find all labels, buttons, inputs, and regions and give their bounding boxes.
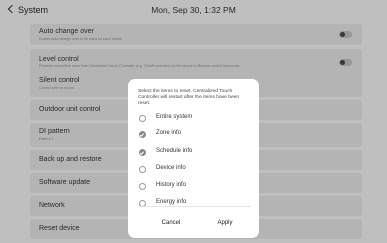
cancel-button[interactable]: Cancel: [146, 216, 196, 230]
option-zone-info[interactable]: Zone info: [138, 128, 251, 141]
option-device-info[interactable]: Device info: [138, 163, 251, 176]
option-energy-info[interactable]: Energy info: [138, 197, 251, 210]
option-radio[interactable]: [139, 115, 146, 122]
reset-dialog: Select the items to reset. Centralized T…: [128, 79, 259, 238]
option-entire-system[interactable]: Entire system: [138, 112, 251, 125]
option-check[interactable]: [139, 149, 146, 156]
option-history-info[interactable]: History info: [138, 180, 251, 193]
option-label: Device info: [156, 165, 186, 171]
option-label: Energy info: [156, 199, 187, 205]
option-check[interactable]: [139, 131, 146, 138]
option-schedule-info[interactable]: Schedule info: [138, 146, 251, 159]
apply-button[interactable]: Apply: [200, 216, 250, 230]
option-radio[interactable]: [139, 183, 146, 190]
option-label: History info: [156, 182, 187, 188]
dialog-divider: [138, 206, 251, 207]
option-label: Entire system: [156, 114, 193, 120]
option-label: Zone info: [156, 130, 182, 136]
dialog-message: Select the items to reset. Centralized T…: [138, 89, 240, 107]
option-label: Schedule info: [156, 148, 193, 154]
option-radio[interactable]: [139, 166, 146, 173]
